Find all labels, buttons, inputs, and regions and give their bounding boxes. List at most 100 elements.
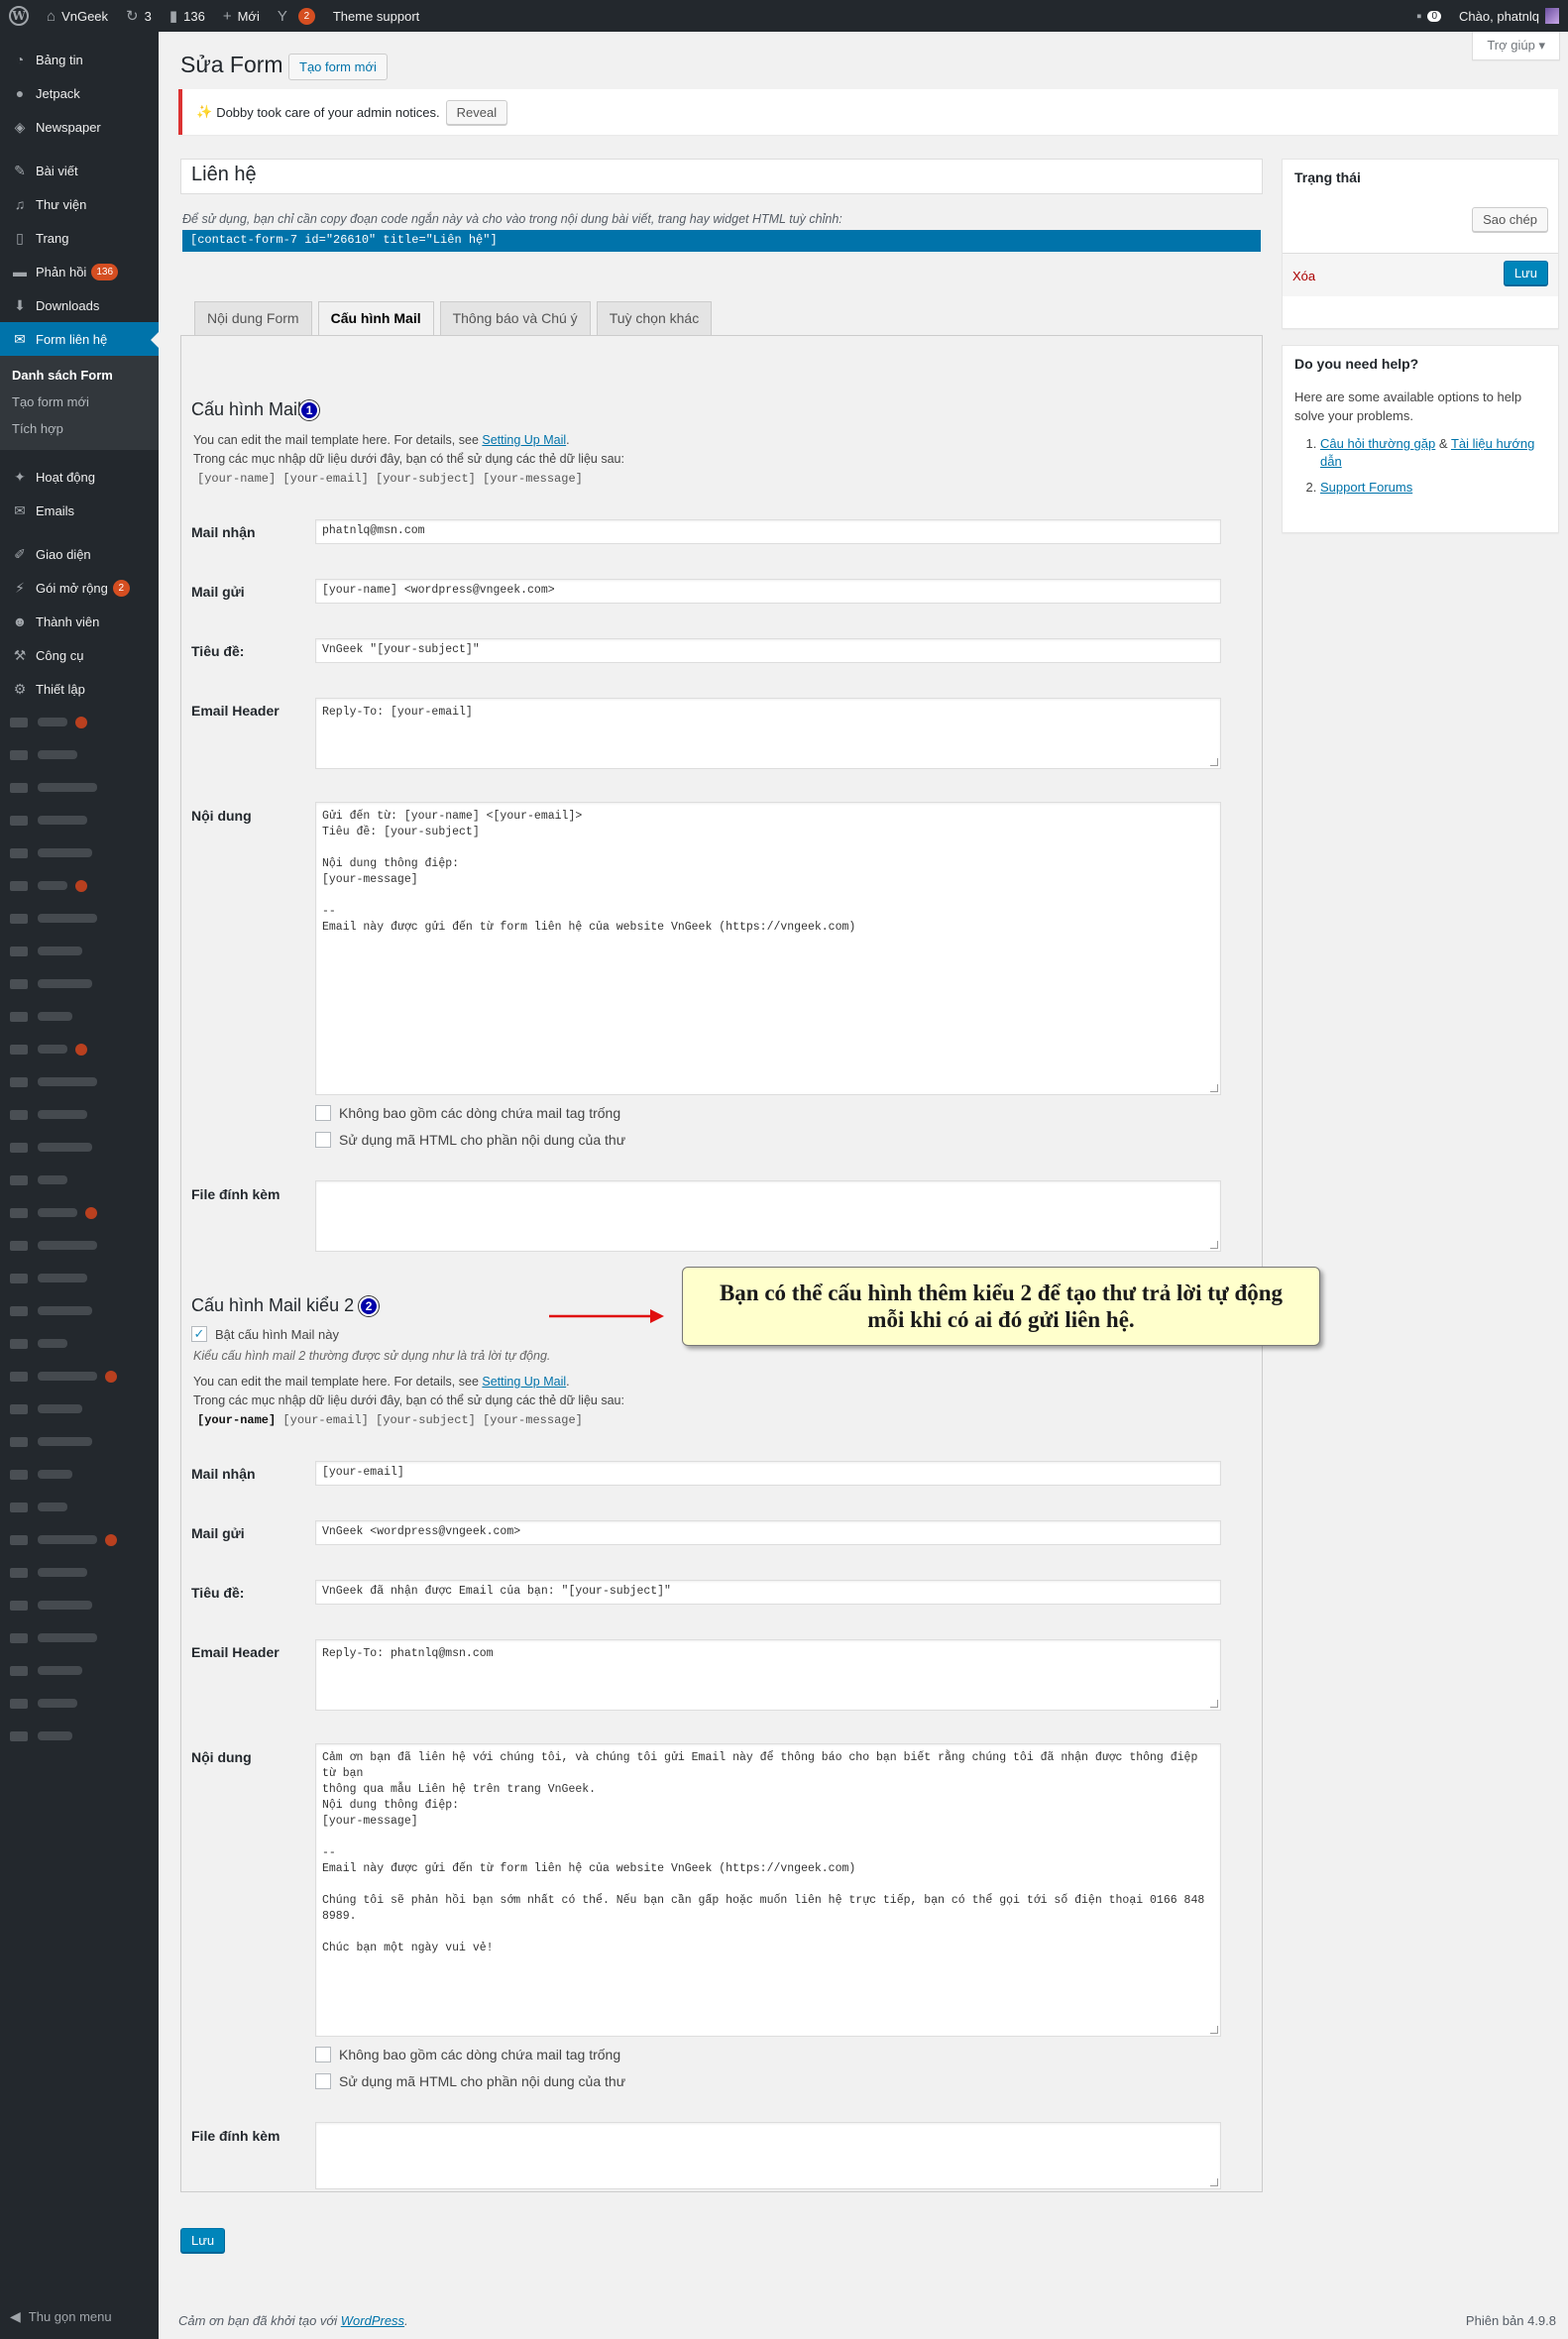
menu-pages[interactable]: ▯ Trang — [0, 221, 159, 255]
blurred-menu-item[interactable] — [0, 1262, 159, 1294]
menu-dashboard[interactable]: ◔ Bảng tin — [0, 43, 159, 76]
yoast-seo-link[interactable]: Y2 — [269, 0, 324, 32]
blurred-menu-item[interactable] — [0, 804, 159, 836]
delete-link[interactable]: Xóa — [1292, 269, 1315, 283]
blurred-menu-item[interactable] — [0, 1294, 159, 1327]
updates-link[interactable]: ↻ 3 — [117, 0, 161, 32]
copy-button[interactable]: Sao chép — [1472, 207, 1548, 232]
blurred-menu-item[interactable] — [0, 1491, 159, 1523]
mail1-exclude-blank-checkbox[interactable]: Không bao gồm các dòng chứa mail tag trố… — [315, 1105, 620, 1121]
help-tab[interactable]: Trợ giúp ▾ — [1472, 32, 1560, 60]
notifications-link[interactable]: ▪ 0 — [1407, 0, 1450, 32]
tab-mail[interactable]: Cấu hình Mail — [317, 301, 434, 336]
site-name-link[interactable]: ⌂ VnGeek — [38, 0, 117, 32]
submenu-integration[interactable]: Tích hợp — [0, 415, 159, 442]
mail2-attachments-label: File đính kèm — [191, 2128, 280, 2144]
menu-activity[interactable]: ✦ Hoạt động — [0, 460, 159, 494]
menu-media[interactable]: ♫ Thư viện — [0, 187, 159, 221]
menu-comments[interactable]: ▬ Phản hồi 136 — [0, 255, 159, 288]
blurred-menu-item[interactable] — [0, 738, 159, 771]
menu-jetpack[interactable]: ● Jetpack — [0, 76, 159, 110]
mail1-body-textarea[interactable]: Gửi đến từ: [your-name] <[your-email]> T… — [315, 802, 1221, 1095]
menu-newspaper[interactable]: ◈ Newspaper — [0, 110, 159, 144]
reveal-button[interactable]: Reveal — [445, 99, 508, 125]
mail1-use-html-checkbox[interactable]: Sử dụng mã HTML cho phần nội dung của th… — [315, 1132, 625, 1148]
blurred-menu-item[interactable] — [0, 1229, 159, 1262]
blurred-menu-item[interactable] — [0, 1164, 159, 1196]
mail2-exclude-blank-checkbox[interactable]: Không bao gồm các dòng chứa mail tag trố… — [315, 2047, 620, 2062]
submenu-form-list[interactable]: Danh sách Form — [0, 362, 159, 389]
blurred-menu-item[interactable] — [0, 1196, 159, 1229]
tab-form-content[interactable]: Nội dung Form — [194, 301, 312, 336]
mail1-from-input[interactable]: [your-name] <wordpress@vngeek.com> — [315, 579, 1221, 604]
blurred-menu-item[interactable] — [0, 706, 159, 738]
mail2-enable-checkbox[interactable]: ✓ Bật cấu hình Mail này — [191, 1326, 339, 1342]
blurred-menu-item[interactable] — [0, 1033, 159, 1065]
theme-support-link[interactable]: Theme support — [324, 0, 428, 32]
wordpress-link[interactable]: WordPress — [341, 2313, 404, 2328]
menu-settings[interactable]: ⚙ Thiết lập — [0, 672, 159, 706]
my-account-link[interactable]: Chào, phatnlq — [1450, 0, 1568, 32]
support-forums-link[interactable]: Support Forums — [1320, 480, 1412, 495]
tab-messages[interactable]: Thông báo và Chú ý — [439, 301, 591, 336]
blurred-menu-item[interactable] — [0, 1065, 159, 1098]
setting-up-mail-link[interactable]: Setting Up Mail — [482, 433, 566, 447]
mail2-attachments-textarea[interactable] — [315, 2122, 1221, 2189]
blurred-menu-item[interactable] — [0, 1327, 159, 1360]
collapse-menu-button[interactable]: ◀ Thu gọn menu — [10, 2308, 112, 2325]
shortcode-field[interactable]: [contact-form-7 id="26610" title="Liên h… — [182, 230, 1261, 252]
menu-contact-form[interactable]: ✉ Form liên hệ — [0, 322, 159, 356]
mail2-subject-input[interactable]: VnGeek đã nhận được Email của bạn: "[you… — [315, 1580, 1221, 1605]
save-button-side[interactable]: Lưu — [1503, 261, 1548, 285]
comments-link[interactable]: ▮ 136 — [161, 0, 214, 32]
faq-link[interactable]: Câu hỏi thường gặp — [1320, 436, 1435, 451]
menu-tools[interactable]: ⚒ Công cụ — [0, 638, 159, 672]
menu-posts[interactable]: ✎ Bài viết — [0, 154, 159, 187]
blurred-menu-item[interactable] — [0, 902, 159, 935]
blurred-menu-item[interactable] — [0, 1360, 159, 1392]
mail1-attachments-textarea[interactable] — [315, 1180, 1221, 1252]
mail2-headers-textarea[interactable]: Reply-To: phatnlq@msn.com — [315, 1639, 1221, 1711]
save-button-bottom[interactable]: Lưu — [180, 2228, 226, 2253]
blurred-menu-item[interactable] — [0, 869, 159, 902]
mail2-from-input[interactable]: VnGeek <wordpress@vngeek.com> — [315, 1520, 1221, 1545]
blurred-menu-item[interactable] — [0, 836, 159, 869]
blurred-menu-item[interactable] — [0, 1523, 159, 1556]
blurred-menu-item[interactable] — [0, 1458, 159, 1491]
mail1-to-input[interactable]: phatnlq@msn.com — [315, 519, 1221, 544]
add-new-form-button[interactable]: Tạo form mới — [288, 54, 388, 80]
blurred-menu-item[interactable] — [0, 1000, 159, 1033]
blurred-menu-item[interactable] — [0, 1621, 159, 1654]
blurred-menu-item[interactable] — [0, 1425, 159, 1458]
blurred-menu-item[interactable] — [0, 1098, 159, 1131]
new-content-link[interactable]: + Mới — [214, 0, 269, 32]
menu-plugins[interactable]: ⚡ Gói mở rộng 2 — [0, 571, 159, 605]
blurred-menu-item[interactable] — [0, 1556, 159, 1589]
mail1-body-label: Nội dung — [191, 808, 252, 824]
menu-users[interactable]: ☻ Thành viên — [0, 605, 159, 638]
wp-logo-menu[interactable]: W — [0, 0, 38, 32]
blurred-label — [38, 1045, 67, 1054]
mail1-subject-input[interactable]: VnGeek "[your-subject]" — [315, 638, 1221, 663]
mail1-headers-textarea[interactable]: Reply-To: [your-email] — [315, 698, 1221, 769]
blurred-menu-item[interactable] — [0, 1392, 159, 1425]
blurred-label — [38, 750, 77, 759]
blurred-menu-item[interactable] — [0, 771, 159, 804]
blurred-menu-item[interactable] — [0, 1131, 159, 1164]
setting-up-mail-link-2[interactable]: Setting Up Mail — [482, 1375, 566, 1389]
mail2-use-html-checkbox[interactable]: Sử dụng mã HTML cho phần nội dung của th… — [315, 2073, 625, 2089]
mail2-to-input[interactable]: [your-email] — [315, 1461, 1221, 1486]
submenu-add-form[interactable]: Tạo form mới — [0, 389, 159, 415]
menu-appearance[interactable]: ✐ Giao diện — [0, 537, 159, 571]
form-title-input[interactable]: Liên hệ — [180, 159, 1263, 194]
blurred-menu-item[interactable] — [0, 967, 159, 1000]
mail2-body-textarea[interactable]: Cảm ơn bạn đã liên hệ với chúng tôi, và … — [315, 1743, 1221, 2037]
blurred-menu-item[interactable] — [0, 935, 159, 967]
menu-downloads[interactable]: ⬇ Downloads — [0, 288, 159, 322]
menu-emails[interactable]: ✉ Emails — [0, 494, 159, 527]
tab-additional-settings[interactable]: Tuỳ chọn khác — [596, 301, 713, 336]
blurred-menu-item[interactable] — [0, 1687, 159, 1720]
blurred-menu-item[interactable] — [0, 1589, 159, 1621]
blurred-menu-item[interactable] — [0, 1654, 159, 1687]
blurred-menu-item[interactable] — [0, 1720, 159, 1752]
